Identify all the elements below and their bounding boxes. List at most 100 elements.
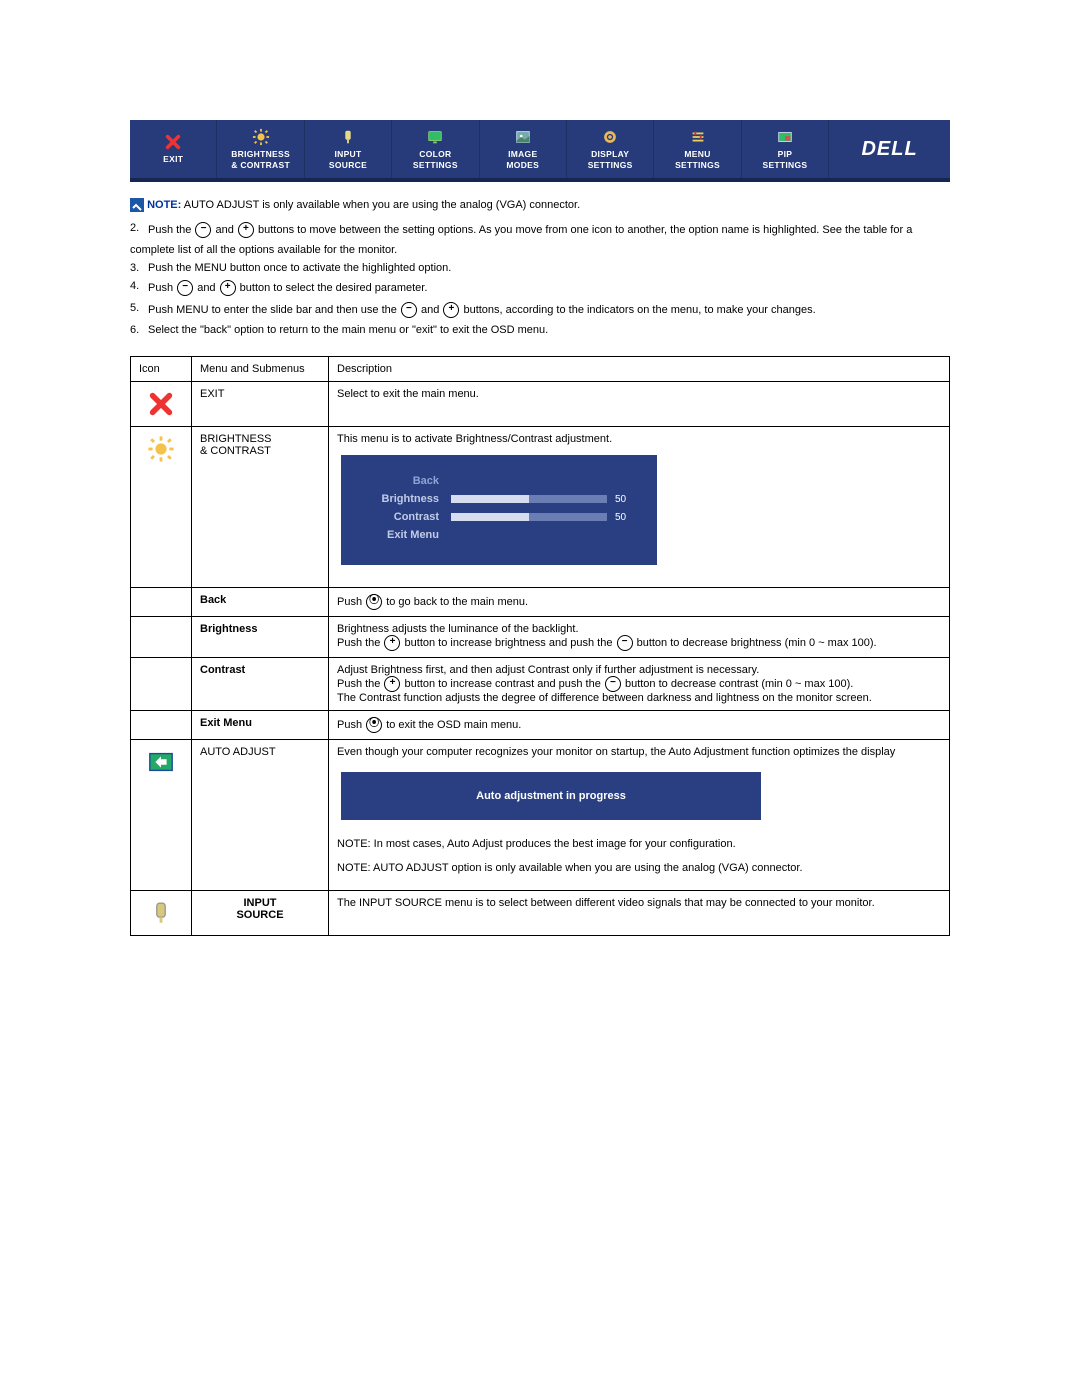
osd-label-2: SETTINGS — [675, 160, 720, 170]
step-number: 3. — [130, 262, 139, 274]
auto-note-2: NOTE: AUTO ADJUST option is only availab… — [337, 862, 941, 874]
cell-menu-line2: SOURCE — [236, 909, 283, 921]
text: to exit the OSD main menu. — [383, 719, 521, 731]
auto-adjust-banner: Auto adjustment in progress — [341, 772, 761, 820]
brightness-value: 50 — [615, 494, 639, 505]
minus-button-icon: − — [195, 222, 211, 238]
cell-desc: Select to exit the main menu. — [329, 382, 950, 427]
sub-label: Brightness — [192, 617, 329, 658]
step-text: buttons to move between the setting opti… — [255, 224, 912, 236]
step-text: Push MENU to enter the slide bar and the… — [148, 304, 400, 316]
sub-desc: Push ⦿ to exit the OSD main menu. — [329, 711, 950, 740]
osd-label-2: MODES — [506, 160, 539, 170]
osd-label: INPUT — [334, 149, 361, 159]
osd-item-display: DISPLAY SETTINGS — [567, 120, 654, 178]
panel-back: Back — [359, 475, 439, 487]
osd-item-exit: EXIT — [130, 120, 217, 178]
auto-adjust-icon — [147, 748, 175, 776]
step-number: 6. — [130, 324, 139, 336]
monitor-icon — [425, 128, 445, 146]
minus-button-icon: − — [605, 676, 621, 692]
plus-button-icon: + — [220, 280, 236, 296]
table-row-input-source: INPUT SOURCE The INPUT SOURCE menu is to… — [131, 891, 950, 936]
step-5: 5. Push MENU to enter the slide bar and … — [130, 302, 950, 318]
text: Brightness adjusts the luminance of the … — [337, 623, 941, 635]
picture-icon — [513, 128, 533, 146]
osd-label: PIP — [778, 149, 793, 159]
text: Adjust Brightness first, and then adjust… — [337, 664, 941, 676]
text: Push the — [337, 678, 383, 690]
table-row-brightness-back: Back Push ⦿ to go back to the main menu. — [131, 588, 950, 617]
osd-label-2: & CONTRAST — [231, 160, 290, 170]
osd-item-color: COLOR SETTINGS — [392, 120, 479, 178]
plus-button-icon: + — [384, 635, 400, 651]
cell-menu-line2: & CONTRAST — [200, 445, 271, 457]
osd-label: COLOR — [419, 149, 451, 159]
minus-button-icon: − — [617, 635, 633, 651]
sub-desc: Brightness adjusts the luminance of the … — [329, 617, 950, 658]
step-4: 4. Push − and + button to select the des… — [130, 280, 950, 296]
step-text: and — [418, 304, 442, 316]
step-text: Push the — [148, 224, 194, 236]
osd-description-table: Icon Menu and Submenus Description EXIT … — [130, 356, 950, 936]
pip-icon — [775, 128, 795, 146]
step-6: 6. Select the "back" option to return to… — [130, 324, 950, 336]
osd-label-2: SETTINGS — [413, 160, 458, 170]
step-text: buttons, according to the indicators on … — [460, 304, 815, 316]
step-text: complete list of all the options availab… — [130, 244, 397, 256]
text: button to decrease contrast (min 0 ~ max… — [622, 678, 853, 690]
table-row-brightness-exitmenu: Exit Menu Push ⦿ to exit the OSD main me… — [131, 711, 950, 740]
connector-icon — [338, 128, 358, 146]
cell-menu: INPUT SOURCE — [192, 891, 329, 936]
text: Even though your computer recognizes you… — [337, 746, 941, 758]
step-text: button to select the desired parameter. — [237, 282, 428, 294]
sub-label: Contrast — [192, 658, 329, 711]
connector-icon — [147, 899, 175, 927]
brightness-slider — [451, 495, 607, 503]
sub-label: Exit Menu — [192, 711, 329, 740]
exit-icon — [163, 133, 183, 151]
panel-contrast-label: Contrast — [359, 511, 439, 523]
panel-brightness-label: Brightness — [359, 493, 439, 505]
th-icon: Icon — [131, 357, 192, 382]
sun-icon — [251, 128, 271, 146]
osd-label: IMAGE — [508, 149, 537, 159]
osd-label: DISPLAY — [591, 149, 629, 159]
osd-item-brightness: BRIGHTNESS & CONTRAST — [217, 120, 304, 178]
cell-menu: BRIGHTNESS & CONTRAST — [192, 427, 329, 588]
cell-menu: EXIT — [192, 382, 329, 427]
minus-button-icon: − — [401, 302, 417, 318]
sub-desc: Push ⦿ to go back to the main menu. — [329, 588, 950, 617]
logo-text: DELL — [861, 137, 917, 161]
step-number: 4. — [130, 280, 139, 292]
osd-label: BRIGHTNESS — [231, 149, 290, 159]
osd-label: MENU — [684, 149, 710, 159]
osd-label-2: SETTINGS — [762, 160, 807, 170]
text: to go back to the main menu. — [383, 596, 528, 608]
text: Push the — [337, 637, 383, 649]
contrast-slider — [451, 513, 607, 521]
cell-menu-line1: BRIGHTNESS — [200, 433, 272, 445]
auto-note-1: NOTE: In most cases, Auto Adjust produce… — [337, 838, 941, 850]
cell-menu: AUTO ADJUST — [192, 740, 329, 891]
plus-button-icon: + — [384, 676, 400, 692]
osd-label-2: SOURCE — [329, 160, 367, 170]
cell-menu-line1: INPUT — [244, 897, 277, 909]
note-text: AUTO ADJUST is only available when you a… — [181, 199, 580, 211]
menu-button-icon: ⦿ — [366, 717, 382, 733]
text: button to increase brightness and push t… — [401, 637, 615, 649]
step-2: 2. Push the − and + buttons to move betw… — [130, 222, 950, 238]
text: Push — [337, 596, 365, 608]
text: button to decrease brightness (min 0 ~ m… — [634, 637, 877, 649]
step-3: 3. Push the MENU button once to activate… — [130, 262, 950, 274]
step-2-cont: complete list of all the options availab… — [130, 244, 950, 256]
osd-label: EXIT — [163, 154, 183, 164]
table-row-brightness-brightness: Brightness Brightness adjusts the lumina… — [131, 617, 950, 658]
sun-icon — [147, 435, 175, 463]
table-row-auto-adjust: AUTO ADJUST Even though your computer re… — [131, 740, 950, 891]
cell-desc: This menu is to activate Brightness/Cont… — [329, 427, 950, 588]
note-label: NOTE: — [147, 199, 181, 211]
step-text: Select the "back" option to return to th… — [148, 324, 548, 336]
th-desc: Description — [329, 357, 950, 382]
osd-item-pip: PIP SETTINGS — [742, 120, 829, 178]
